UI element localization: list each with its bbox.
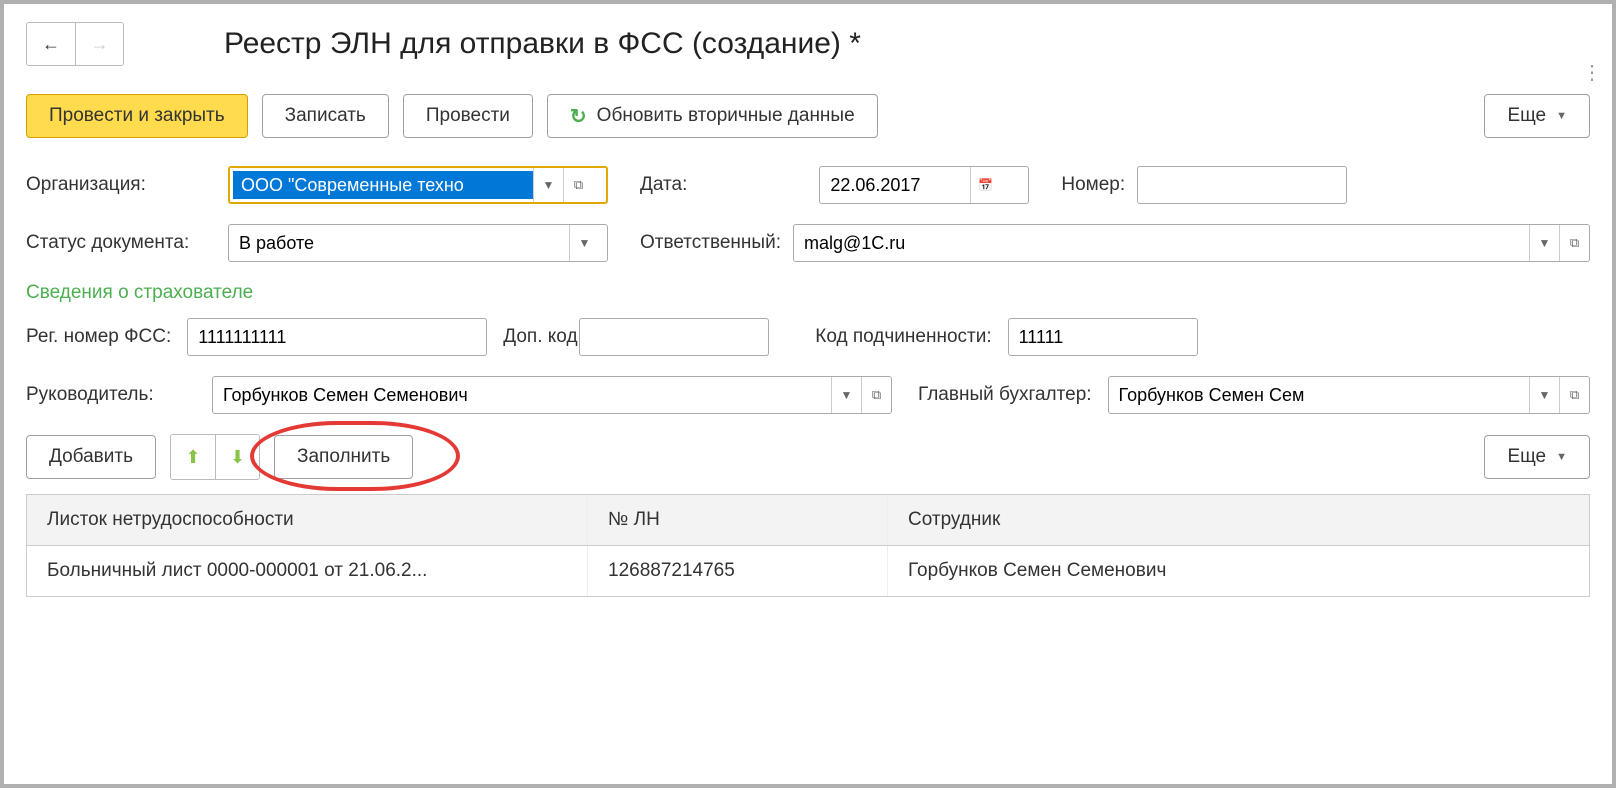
topbar: ← → Реестр ЭЛН для отправки в ФСС (созда… (26, 22, 1590, 66)
organization-open-icon[interactable]: ⧉ (563, 168, 593, 202)
move-buttons: ⬆ ⬇ (170, 434, 260, 480)
reg-num-input[interactable] (188, 319, 486, 355)
status-input[interactable] (229, 225, 569, 261)
refresh-secondary-button[interactable]: ↻ Обновить вторичные данные (547, 94, 878, 138)
ext-code-label: Доп. код: (503, 327, 563, 348)
date-label: Дата: (640, 174, 687, 196)
insurer-row-2: Руководитель: ▼ ⧉ Главный бухгалтер: ▼ ⧉ (26, 376, 1590, 414)
save-button[interactable]: Записать (262, 94, 389, 138)
accountant-dropdown-icon[interactable]: ▼ (1529, 377, 1559, 413)
fill-button-wrap: Заполнить (274, 435, 413, 479)
responsible-field[interactable]: ▼ ⧉ (793, 224, 1590, 262)
number-label: Номер: (1061, 174, 1125, 196)
insurer-row-1: Рег. номер ФСС: Доп. код: Код подчиненно… (26, 318, 1590, 356)
main-toolbar: Провести и закрыть Записать Провести ↻ О… (26, 94, 1590, 138)
status-field[interactable]: ▼ (228, 224, 608, 262)
arrow-left-icon: ← (42, 34, 60, 55)
responsible-input[interactable] (794, 225, 1529, 261)
organization-value: ООО "Современные техно (233, 171, 533, 199)
reg-num-label: Рег. номер ФСС: (26, 326, 171, 348)
sub-code-label: Код подчиненности: (815, 326, 991, 348)
refresh-icon: ↻ (570, 104, 587, 129)
refresh-secondary-label: Обновить вторичные данные (597, 105, 855, 127)
fill-button[interactable]: Заполнить (274, 435, 413, 479)
date-input[interactable] (820, 167, 970, 203)
td-number: 126887214765 (587, 546, 887, 596)
post-button[interactable]: Провести (403, 94, 533, 138)
ext-code-input[interactable] (580, 319, 768, 355)
status-dropdown-icon[interactable]: ▼ (569, 225, 599, 261)
arrow-right-icon: → (91, 34, 109, 55)
reg-num-field[interactable] (187, 318, 487, 356)
move-up-button[interactable]: ⬆ (171, 435, 215, 479)
manager-field[interactable]: ▼ ⧉ (212, 376, 892, 414)
table-toolbar: Добавить ⬆ ⬇ Заполнить Еще ▼ (26, 434, 1590, 480)
status-label: Статус документа: (26, 232, 216, 254)
td-employee: Горбунков Семен Семенович (887, 546, 1589, 596)
td-sick-leave: Больничный лист 0000-000001 от 21.06.2..… (27, 546, 587, 596)
accountant-open-icon[interactable]: ⧉ (1559, 377, 1589, 413)
organization-dropdown-icon[interactable]: ▼ (533, 168, 563, 202)
page-title: Реестр ЭЛН для отправки в ФСС (создание)… (224, 27, 861, 61)
table: Листок нетрудоспособности № ЛН Сотрудник… (26, 494, 1590, 597)
sub-code-input[interactable] (1009, 319, 1197, 355)
accountant-field[interactable]: ▼ ⧉ (1108, 376, 1590, 414)
forward-button[interactable]: → (75, 23, 123, 65)
table-row[interactable]: Больничный лист 0000-000001 от 21.06.2..… (27, 546, 1589, 596)
calendar-icon[interactable]: 📅 (970, 167, 1000, 203)
sub-code-field[interactable] (1008, 318, 1198, 356)
responsible-dropdown-icon[interactable]: ▼ (1529, 225, 1559, 261)
add-button[interactable]: Добавить (26, 435, 156, 479)
chevron-down-icon: ▼ (1556, 110, 1567, 122)
th-employee[interactable]: Сотрудник (887, 495, 1589, 545)
post-and-close-button[interactable]: Провести и закрыть (26, 94, 248, 138)
manager-label: Руководитель: (26, 384, 196, 406)
ext-code-field[interactable] (579, 318, 769, 356)
number-input[interactable] (1138, 167, 1346, 203)
arrow-down-icon: ⬇ (230, 447, 245, 468)
responsible-open-icon[interactable]: ⧉ (1559, 225, 1589, 261)
manager-dropdown-icon[interactable]: ▼ (831, 377, 861, 413)
table-more-button[interactable]: Еще ▼ (1484, 435, 1590, 479)
number-field[interactable] (1137, 166, 1347, 204)
organization-label: Организация: (26, 174, 216, 196)
insurer-section-title: Сведения о страхователе (26, 282, 1590, 304)
nav-buttons: ← → (26, 22, 124, 66)
move-down-button[interactable]: ⬇ (215, 435, 259, 479)
accountant-input[interactable] (1109, 377, 1529, 413)
arrow-up-icon: ⬆ (185, 447, 200, 468)
th-sick-leave[interactable]: Листок нетрудоспособности (27, 495, 587, 545)
more-button[interactable]: Еще ▼ (1484, 94, 1590, 138)
window-frame: ⋮ ← → Реестр ЭЛН для отправки в ФСС (соз… (0, 0, 1616, 788)
manager-input[interactable] (213, 377, 831, 413)
back-button[interactable]: ← (27, 23, 75, 65)
form-row-org-date: Организация: ООО "Современные техно ▼ ⧉ … (26, 166, 1590, 204)
manager-open-icon[interactable]: ⧉ (861, 377, 891, 413)
table-more-label: Еще (1507, 446, 1546, 468)
chevron-down-icon: ▼ (1556, 451, 1567, 463)
window-menu-icon[interactable]: ⋮ (1582, 60, 1602, 85)
more-label: Еще (1507, 105, 1546, 127)
th-number[interactable]: № ЛН (587, 495, 887, 545)
organization-field[interactable]: ООО "Современные техно ▼ ⧉ (228, 166, 608, 204)
date-field[interactable]: 📅 (819, 166, 1029, 204)
responsible-label: Ответственный: (640, 232, 781, 254)
form-row-status-resp: Статус документа: ▼ Ответственный: ▼ ⧉ (26, 224, 1590, 262)
table-header: Листок нетрудоспособности № ЛН Сотрудник (27, 495, 1589, 546)
accountant-label: Главный бухгалтер: (918, 384, 1092, 406)
